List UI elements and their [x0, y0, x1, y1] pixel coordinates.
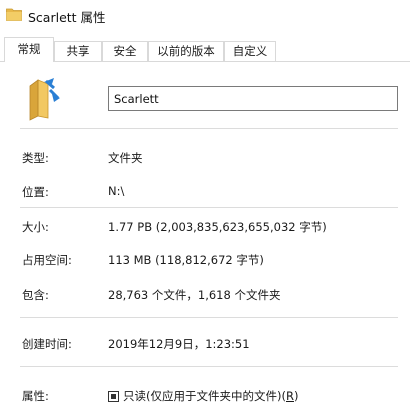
divider — [20, 317, 398, 318]
properties-window: Scarlett 属性 常规 共享 安全 以前的版本 自定义 类型: 文件夹 位… — [0, 0, 410, 408]
tab-divider — [0, 61, 410, 62]
shared-folder-icon — [24, 76, 66, 122]
folder-icon — [6, 7, 22, 21]
tab-security[interactable]: 安全 — [102, 41, 148, 61]
divider — [20, 366, 398, 367]
tab-security-label: 安全 — [113, 44, 137, 58]
tab-customize[interactable]: 自定义 — [224, 41, 276, 61]
size-on-disk-label: 占用空间: — [22, 253, 72, 267]
size-label: 大小: — [22, 220, 49, 234]
indeterminate-mark — [111, 393, 116, 399]
tab-general[interactable]: 常规 — [4, 37, 54, 62]
window-title: Scarlett 属性 — [28, 10, 106, 25]
readonly-accel-key: R — [285, 389, 294, 403]
divider — [20, 128, 398, 129]
attributes-label: 属性: — [22, 389, 49, 403]
readonly-checkbox[interactable] — [108, 390, 119, 402]
tab-sharing-label: 共享 — [66, 44, 90, 58]
divider — [20, 207, 398, 208]
tab-customize-label: 自定义 — [232, 44, 268, 58]
created-label: 创建时间: — [22, 337, 72, 351]
type-value: 文件夹 — [108, 151, 143, 165]
tab-previous-versions[interactable]: 以前的版本 — [148, 41, 224, 61]
readonly-label: 只读(仅应用于文件夹中的文件)(R) — [123, 389, 299, 403]
size-on-disk-value: 113 MB (118,812,672 字节) — [108, 253, 264, 267]
title-bar: Scarlett 属性 — [0, 0, 410, 30]
location-label: 位置: — [22, 185, 49, 199]
location-value: N:\ — [108, 184, 125, 198]
contains-value: 28,763 个文件，1,618 个文件夹 — [108, 288, 281, 302]
readonly-checkbox-row[interactable]: 只读(仅应用于文件夹中的文件)(R) — [108, 388, 298, 404]
tab-sharing[interactable]: 共享 — [54, 41, 102, 61]
type-label: 类型: — [22, 151, 49, 165]
contains-label: 包含: — [22, 288, 49, 302]
tab-general-label: 常规 — [17, 42, 41, 56]
created-value: 2019年12月9日，1:23:51 — [108, 337, 250, 351]
tab-previous-versions-label: 以前的版本 — [157, 44, 215, 58]
size-value: 1.77 PB (2,003,835,623,655,032 字节) — [108, 220, 327, 234]
folder-name-input[interactable] — [108, 86, 398, 111]
